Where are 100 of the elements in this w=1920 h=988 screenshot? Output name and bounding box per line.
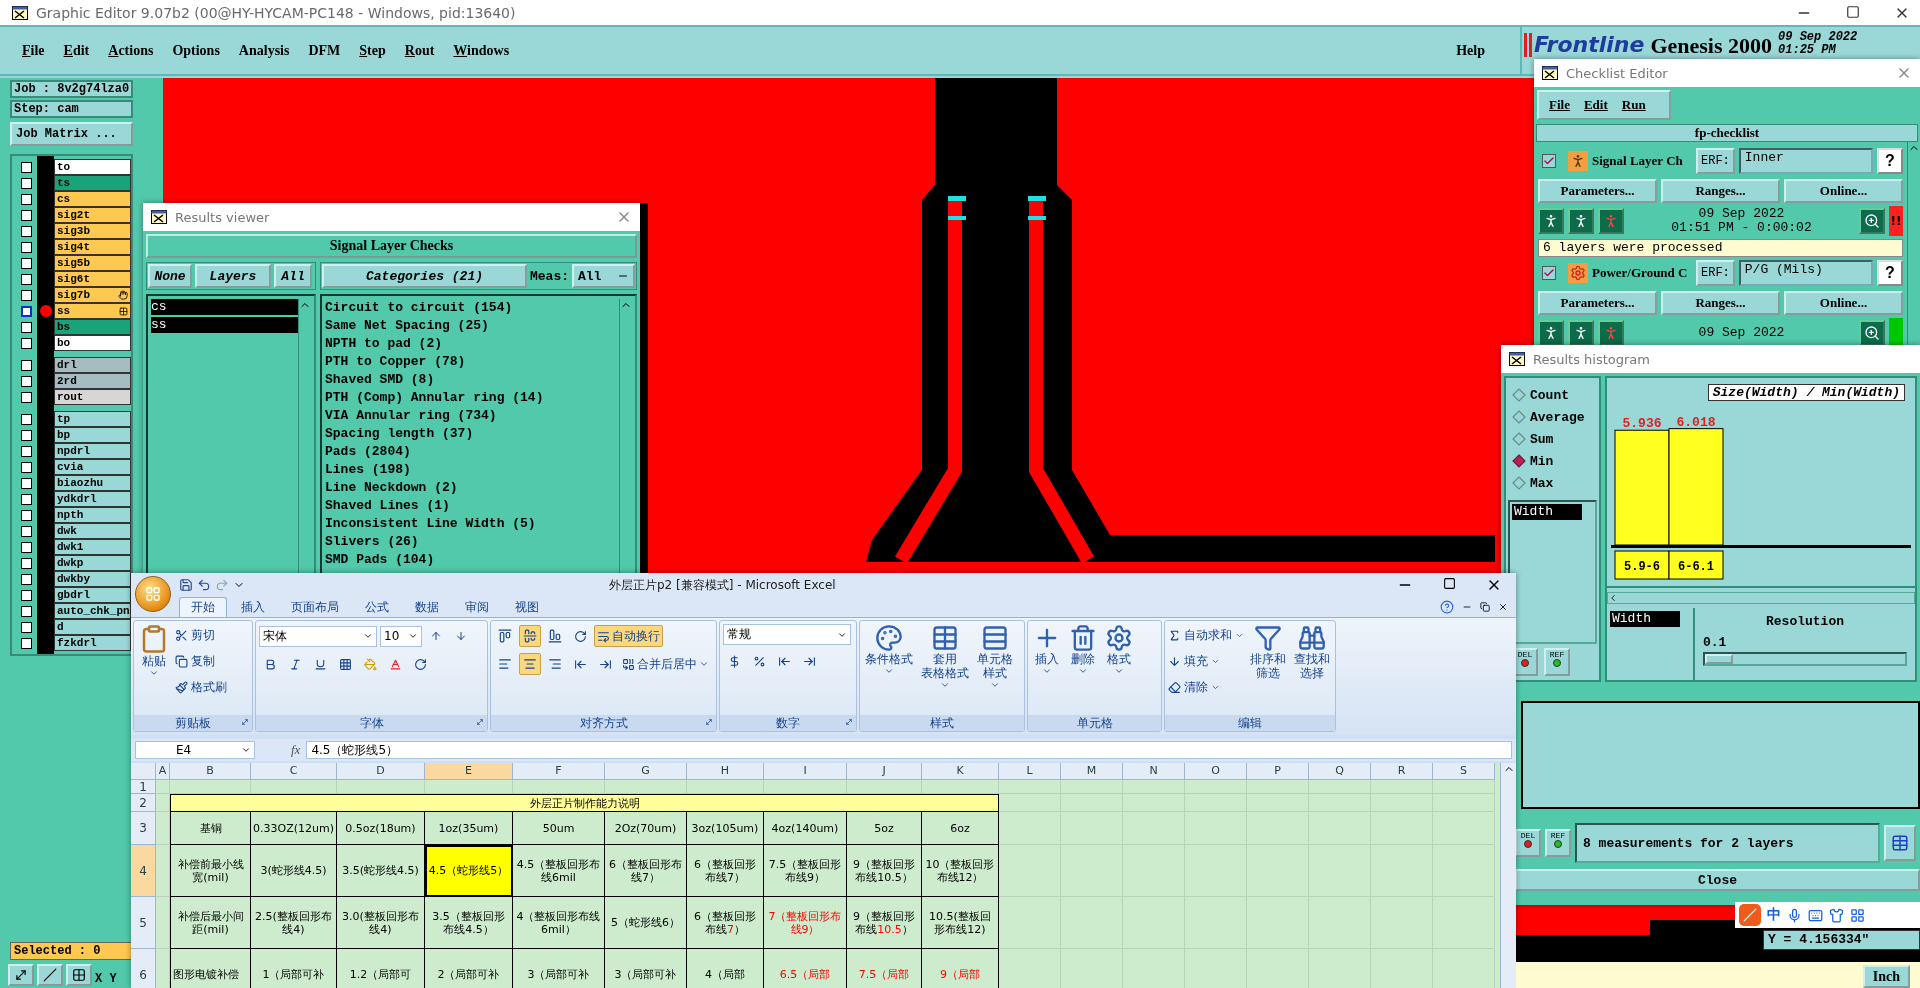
zoom-button[interactable]	[1859, 208, 1885, 234]
table-cell[interactable]: 9（整板回形布线10.5）	[847, 897, 922, 949]
header-cell[interactable]: 基铜	[170, 812, 251, 845]
empty-cell[interactable]	[1185, 780, 1247, 794]
layer-checkbox[interactable]	[20, 161, 32, 173]
table-cell[interactable]: 补偿后最小间距(mil)	[170, 897, 251, 949]
layer-checkbox[interactable]	[20, 477, 32, 489]
menu-item[interactable]: Rout	[404, 42, 435, 59]
column-header[interactable]: P	[1247, 763, 1309, 780]
resolution-slider[interactable]	[1703, 652, 1907, 666]
wrap-text-button[interactable]: 自动换行	[594, 625, 663, 647]
layer-row[interactable]: npdrl	[54, 443, 131, 459]
table-cell[interactable]: 3.5(蛇形线4.5)	[337, 845, 425, 897]
attribute-item[interactable]: Width	[1512, 504, 1582, 520]
formula-field[interactable]: 4.5（蛇形线5）	[306, 741, 1512, 759]
table-cell[interactable]: 6（整板回形布线7）	[687, 897, 764, 949]
vertical-align-icon[interactable]	[519, 625, 541, 647]
column-header[interactable]: G	[605, 763, 687, 780]
column-header[interactable]: H	[687, 763, 764, 780]
style-button[interactable]: 单元格 样式	[975, 624, 1015, 712]
keyboard-icon[interactable]	[1808, 907, 1823, 923]
slider-thumb[interactable]	[1705, 654, 1733, 664]
menu-item[interactable]: Edit	[1583, 97, 1608, 113]
table-cell[interactable]: 7.5（整板回形布线9）	[764, 845, 847, 897]
layer-list-item[interactable]: ss	[151, 317, 298, 333]
category-item[interactable]: PTH to Copper (78)	[325, 353, 619, 371]
layer-row[interactable]: ydkdrl	[54, 491, 131, 507]
categories-button[interactable]: Categories (21)	[322, 264, 527, 288]
category-item[interactable]: Circuit to circuit (154)	[325, 299, 619, 317]
launcher-icon[interactable]	[705, 718, 713, 726]
report-button[interactable]	[1884, 825, 1916, 861]
column-header[interactable]: A	[156, 763, 170, 780]
empty-cell[interactable]	[1247, 812, 1309, 845]
run-button[interactable]	[1568, 208, 1594, 234]
meas-dropdown[interactable]: All	[572, 264, 635, 288]
zoom-button[interactable]	[1859, 320, 1885, 346]
save-icon[interactable]	[179, 578, 193, 592]
undo-icon[interactable]	[197, 578, 211, 592]
run-button[interactable]	[1598, 320, 1624, 346]
column-header[interactable]: E	[425, 763, 513, 780]
layer-checkbox[interactable]	[20, 541, 32, 553]
empty-cell[interactable]	[1061, 812, 1123, 845]
help-icon[interactable]	[1440, 600, 1454, 614]
editing-button[interactable]: 自动求和	[1168, 624, 1244, 646]
empty-cell[interactable]	[1061, 794, 1123, 812]
table-cell[interactable]: 9（整板回形布线10.5）	[847, 845, 922, 897]
none-button[interactable]: None	[148, 264, 192, 288]
row-header[interactable]: 6	[131, 949, 156, 988]
layer-checkbox[interactable]	[20, 429, 32, 441]
grid-tool-button[interactable]	[66, 964, 92, 986]
header-cell[interactable]: 0.5oz(18um)	[337, 812, 425, 845]
layer-checkbox[interactable]	[20, 257, 32, 269]
layer-row[interactable]: 2rd	[54, 373, 131, 389]
horizontal-align-icon[interactable]	[519, 653, 541, 675]
layer-checkbox[interactable]	[20, 621, 32, 633]
empty-cell[interactable]	[1433, 845, 1495, 897]
launcher-icon[interactable]	[845, 718, 853, 726]
cell-button[interactable]: 插入	[1031, 624, 1063, 712]
cell-button[interactable]: 格式	[1103, 624, 1135, 712]
layer-row[interactable]: bo	[54, 335, 131, 351]
header-cell[interactable]: 6oz	[922, 812, 999, 845]
menu-item[interactable]: DFM	[308, 42, 341, 59]
empty-cell[interactable]	[1371, 812, 1433, 845]
table-cell[interactable]: 3.5（整板回形布线4.5）	[425, 897, 513, 949]
empty-cell[interactable]	[1123, 845, 1185, 897]
empty-cell[interactable]	[1123, 812, 1185, 845]
attribute-item[interactable]: Width	[1610, 611, 1680, 627]
table-cell[interactable]: 4（整板回形布线6mil）	[513, 897, 605, 949]
layer-row[interactable]: tp	[54, 411, 131, 427]
table-cell[interactable]: 补偿前最小线宽(mil)	[170, 845, 251, 897]
column-header[interactable]: K	[922, 763, 999, 780]
style-button[interactable]: 套用 表格格式	[919, 624, 971, 712]
erf-button[interactable]: ERF:	[1696, 148, 1735, 174]
layers-button[interactable]: Layers	[195, 264, 271, 288]
row-header[interactable]: 1	[131, 780, 156, 794]
empty-cell[interactable]	[1309, 794, 1371, 812]
table-cell[interactable]: 2.5(整板回形布线4)	[251, 897, 337, 949]
category-item[interactable]: Spacing length (37)	[325, 425, 619, 443]
restore-icon[interactable]	[1480, 602, 1490, 612]
job-matrix-button[interactable]: Job Matrix ...	[10, 122, 133, 146]
ribbon-tab[interactable]: 数据	[403, 597, 451, 617]
column-header[interactable]: C	[251, 763, 337, 780]
column-header[interactable]: D	[337, 763, 425, 780]
empty-cell[interactable]	[1185, 812, 1247, 845]
layer-checkbox[interactable]	[20, 573, 32, 585]
run-button[interactable]	[1598, 208, 1624, 234]
empty-cell[interactable]	[1371, 845, 1433, 897]
layer-checkbox[interactable]	[20, 209, 32, 221]
scroll-left-icon[interactable]	[1608, 593, 1618, 603]
layer-checkbox[interactable]	[20, 337, 32, 349]
column-header[interactable]: J	[847, 763, 922, 780]
layer-row[interactable]: cs	[54, 191, 131, 207]
font-size-field[interactable]: 10	[380, 625, 422, 647]
table-cell[interactable]: 3.0(整板回形布线4)	[337, 897, 425, 949]
layer-row[interactable]: d	[54, 619, 131, 635]
erf-field[interactable]: P/G (Mils)	[1738, 260, 1873, 286]
radio-button[interactable]	[1512, 388, 1526, 402]
menu-item[interactable]: Options	[172, 42, 220, 59]
empty-cell[interactable]	[1309, 845, 1371, 897]
merge-center-button[interactable]: 合并后居中	[619, 653, 712, 675]
